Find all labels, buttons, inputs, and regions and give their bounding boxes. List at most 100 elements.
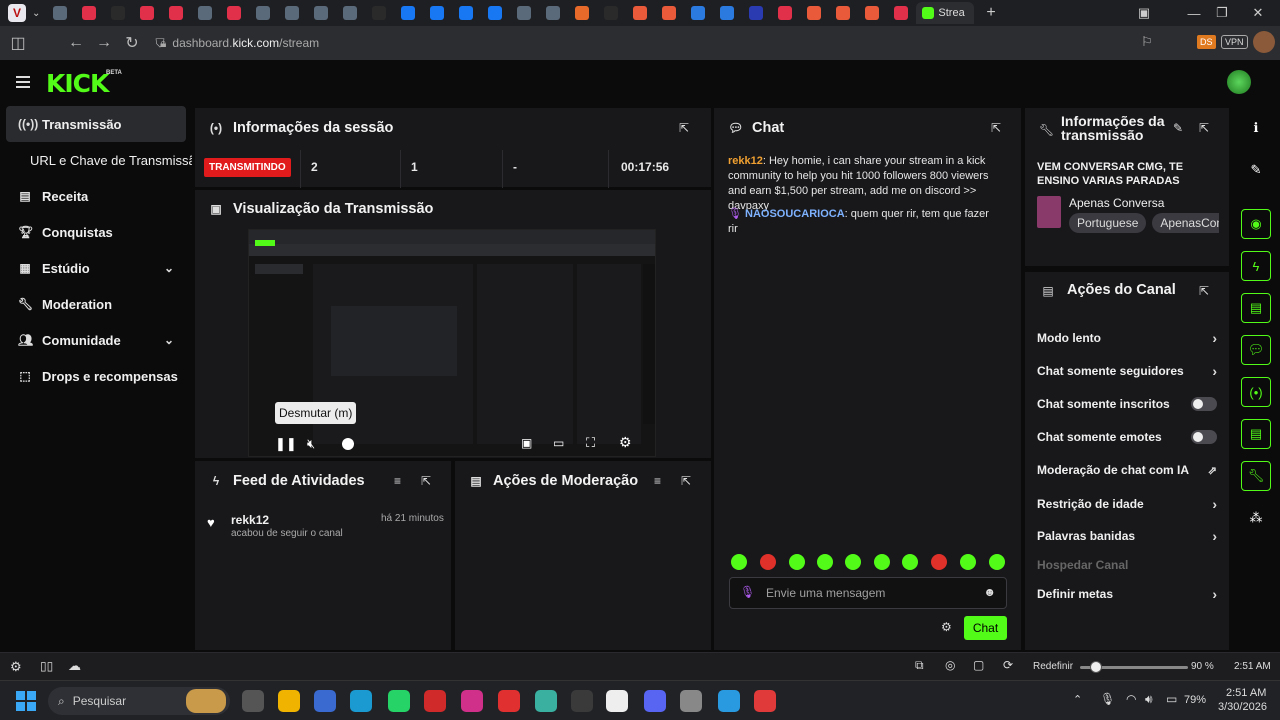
action-modo-lento[interactable]: Modo lento ›	[1037, 328, 1217, 348]
cloud-icon[interactable]: ☁	[68, 658, 81, 674]
sidebar-item-drops[interactable]: ⬚ Drops e recompensas	[6, 358, 186, 394]
browser-tab[interactable]	[365, 2, 392, 24]
browser-tab[interactable]	[452, 2, 479, 24]
new-tab-icon[interactable]: +	[986, 4, 995, 22]
close-icon[interactable]: ✕	[1244, 0, 1272, 26]
emote-icon[interactable]	[960, 554, 976, 570]
battery-icon[interactable]: ▭	[1166, 692, 1177, 706]
broadcast-icon[interactable]: (•)	[1241, 377, 1271, 407]
taskbar-app-icon[interactable]	[535, 690, 557, 712]
popout-icon[interactable]: ⇱	[679, 121, 689, 135]
browser-tab[interactable]	[887, 2, 914, 24]
tiling-icon[interactable]: ▯▯	[40, 659, 53, 673]
browser-tab[interactable]	[800, 2, 827, 24]
browser-tab[interactable]	[655, 2, 682, 24]
category-thumbnail[interactable]	[1037, 196, 1061, 228]
action-palavras-banidas[interactable]: Palavras banidas ›	[1037, 526, 1217, 546]
tray-chevron-icon[interactable]: ⌃	[1073, 693, 1082, 706]
vpn-button[interactable]: VPN	[1221, 35, 1248, 49]
hamburger-menu-icon[interactable]	[16, 76, 30, 88]
theater-icon[interactable]: ▭	[553, 436, 564, 450]
kick-logo[interactable]: KICK	[46, 69, 109, 98]
browser-tab[interactable]	[336, 2, 363, 24]
zoom-reset-button[interactable]: Redefinir	[1033, 661, 1073, 672]
toggle-switch[interactable]	[1191, 430, 1217, 444]
browser-tab[interactable]	[510, 2, 537, 24]
taskbar-app-icon[interactable]	[498, 690, 520, 712]
popout-icon[interactable]: ⇱	[1199, 121, 1209, 135]
sidebar-item-comunidade[interactable]: 👥︎ Comunidade ⌄	[6, 322, 186, 358]
muted-speaker-icon[interactable]: 🔇︎	[307, 436, 315, 452]
browser-tab[interactable]	[771, 2, 798, 24]
zoom-slider[interactable]	[1080, 661, 1188, 673]
emote-icon[interactable]	[931, 554, 947, 570]
sidebar-item-moderation[interactable]: 🔧︎ Moderation	[6, 286, 186, 322]
action-restricao-idade[interactable]: Restrição de idade ›	[1037, 494, 1217, 514]
emote-icon[interactable]	[989, 554, 1005, 570]
browser-tab[interactable]	[307, 2, 334, 24]
browser-tab[interactable]	[713, 2, 740, 24]
browser-tab[interactable]	[626, 2, 653, 24]
action-moderacao-ia[interactable]: Moderação de chat com IA ⇗	[1037, 460, 1217, 480]
forward-icon[interactable]: →	[90, 34, 118, 52]
pause-icon[interactable]: ❚❚	[275, 436, 297, 452]
back-icon[interactable]: ←	[62, 34, 90, 52]
emote-icon[interactable]	[902, 554, 918, 570]
microphone-icon[interactable]: 🎙︎	[1100, 692, 1115, 706]
sidebar-item-estudio[interactable]: ▦ Estúdio ⌄	[6, 250, 186, 286]
emote-icon[interactable]	[731, 554, 747, 570]
toggle-switch[interactable]	[1191, 397, 1217, 411]
windows-start-icon[interactable]	[16, 691, 36, 711]
taskbar-app-icon[interactable]	[606, 690, 628, 712]
sidebar-item-url-chave[interactable]: URL e Chave de Transmissão	[6, 142, 192, 178]
settings-icon[interactable]: ⚙	[10, 659, 22, 675]
widgets-icon[interactable]	[186, 689, 226, 713]
taskbar-app-icon[interactable]	[350, 690, 372, 712]
taskbar-app-icon[interactable]	[278, 690, 300, 712]
capture-icon[interactable]: ⧉	[915, 658, 924, 673]
extension-ds-icon[interactable]: DS	[1197, 35, 1216, 49]
browser-tab[interactable]	[394, 2, 421, 24]
edit-pencil-icon[interactable]: ✎	[1173, 121, 1183, 135]
popout-icon[interactable]: ⇱	[681, 474, 691, 488]
user-avatar[interactable]	[1227, 70, 1251, 94]
browser-tab[interactable]	[597, 2, 624, 24]
chat-input[interactable]: 🎙︎ Envie uma mensagem ☻	[729, 577, 1007, 609]
sidebar-item-conquistas[interactable]: 🏆︎ Conquistas	[6, 214, 186, 250]
tab-list-icon[interactable]: ▣	[1130, 0, 1158, 26]
browser-tab[interactable]	[220, 2, 247, 24]
feed-user[interactable]: rekk12	[231, 513, 269, 527]
taskbar-app-icon[interactable]	[242, 690, 264, 712]
volume-slider-handle[interactable]	[342, 438, 354, 450]
popout-icon[interactable]: ⇱	[421, 474, 431, 488]
browser-tab[interactable]	[539, 2, 566, 24]
panel-toggle-icon[interactable]: ◫	[4, 33, 32, 53]
picture-in-picture-icon[interactable]: ▣	[521, 436, 532, 450]
taskbar-app-icon[interactable]	[754, 690, 776, 712]
reload-icon[interactable]: ↻	[118, 33, 146, 53]
restore-icon[interactable]: ❐	[1208, 0, 1236, 26]
browser-tab[interactable]	[858, 2, 885, 24]
tab-active[interactable]: Strea	[916, 2, 975, 24]
chat-username[interactable]: rekk12	[728, 155, 763, 167]
channel-actions-icon[interactable]: ▤	[1241, 419, 1271, 449]
emote-icon[interactable]	[874, 554, 890, 570]
emote-icon[interactable]	[760, 554, 776, 570]
browser-tab[interactable]	[249, 2, 276, 24]
browser-tab[interactable]	[423, 2, 450, 24]
browser-tab[interactable]	[568, 2, 595, 24]
browser-tab[interactable]	[104, 2, 131, 24]
browser-tab[interactable]	[191, 2, 218, 24]
vivaldi-menu-icon[interactable]: V	[8, 4, 26, 22]
taskbar-app-icon[interactable]	[424, 690, 446, 712]
url-field[interactable]: 🔒︎ dashboard.kick.com/stream	[160, 34, 319, 52]
taskbar-app-icon[interactable]	[571, 690, 593, 712]
taskbar-app-icon[interactable]	[718, 690, 740, 712]
settings-gear-icon[interactable]: ⚙	[619, 434, 632, 451]
emote-icon[interactable]	[817, 554, 833, 570]
minimize-icon[interactable]: —	[1180, 0, 1208, 26]
camera-icon[interactable]: ◉	[1241, 209, 1271, 239]
document-icon[interactable]: ▤	[1241, 293, 1271, 323]
action-chat-seguidores[interactable]: Chat somente seguidores ›	[1037, 361, 1217, 381]
emote-icon[interactable]	[789, 554, 805, 570]
